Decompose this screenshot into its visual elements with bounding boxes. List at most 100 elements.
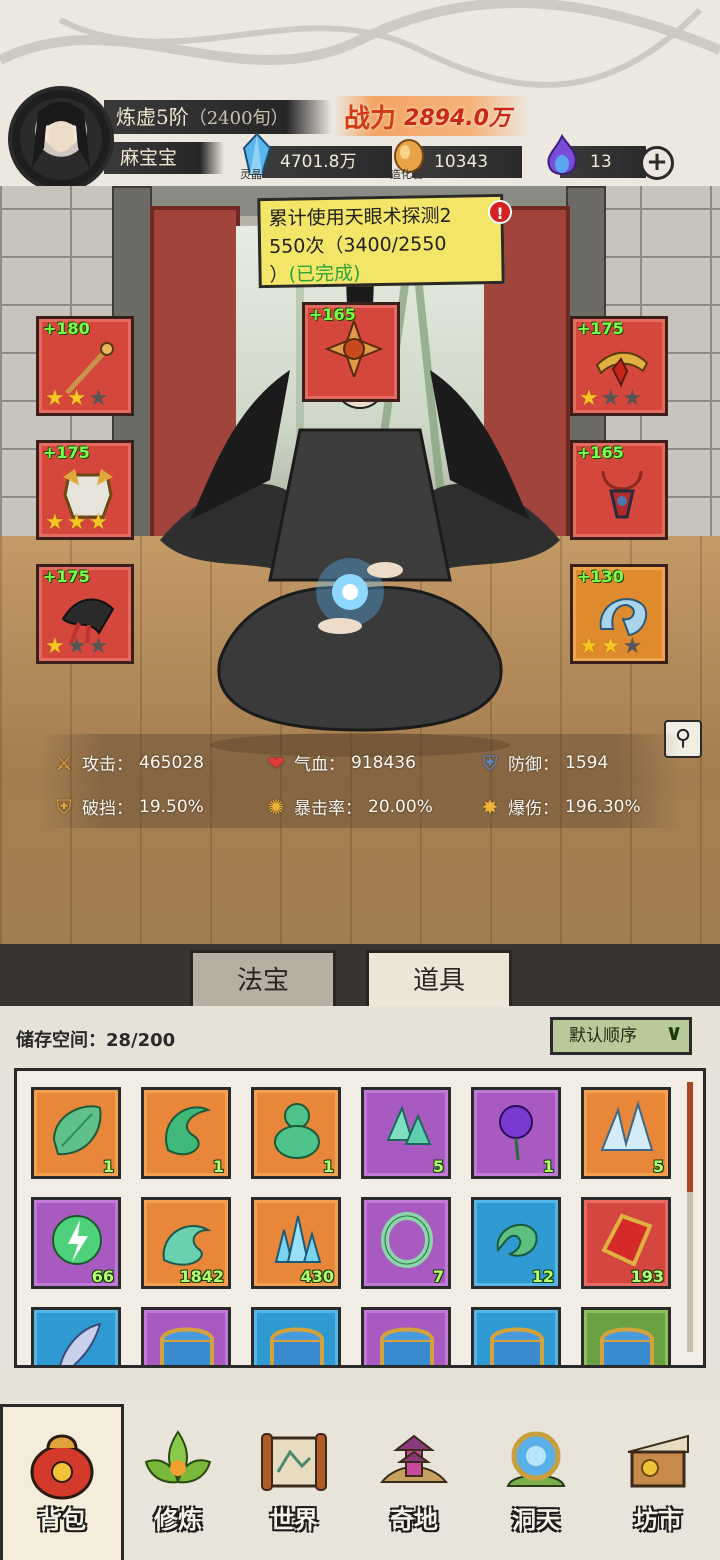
break-value: 19.50% xyxy=(139,796,204,817)
attack-label: 攻击： xyxy=(82,755,133,775)
resource-lingjing: 4701.8万 xyxy=(262,146,392,178)
inventory-slot[interactable]: 5 xyxy=(361,1087,451,1179)
star-rating: ★ ★ ★ xyxy=(579,634,643,659)
treasure-chest-icon xyxy=(380,1327,434,1365)
inventory-slot[interactable]: 1842 xyxy=(141,1197,231,1289)
equip-slot-right-1[interactable]: +175 ★ ★ ★ xyxy=(570,316,668,416)
crystal-shards-icon xyxy=(386,1105,432,1145)
lingjing-caption: 灵晶 xyxy=(240,168,262,181)
equip-level: +175 xyxy=(43,567,90,586)
sort-order-dropdown[interactable]: 默认顺序 ∨ xyxy=(550,1017,692,1055)
realm-rank-sub: （2400旬） xyxy=(188,108,289,129)
item-count: 430 xyxy=(300,1267,334,1286)
star-rating: ★ ★ ★ xyxy=(579,386,643,411)
nav-world[interactable]: 世界 xyxy=(238,1414,350,1554)
inventory-slot[interactable]: 7 xyxy=(361,1197,451,1289)
equip-slot-right-2[interactable]: +165 xyxy=(570,440,668,540)
critdmg-label: 爆伤： xyxy=(508,799,559,819)
stat-hp: ❤ 气血： 918436 xyxy=(264,750,416,776)
power-value: 2894.0万 xyxy=(404,106,511,131)
hp-value: 918436 xyxy=(351,752,416,773)
inventory-slot[interactable]: 193 xyxy=(581,1197,671,1289)
backpack-icon xyxy=(30,1434,94,1500)
inventory-grid[interactable]: 1 1 1 5 1 5 66 1842 430 7 12 193 xyxy=(14,1068,706,1368)
inventory-slot[interactable]: 1 xyxy=(31,1087,121,1179)
inventory-slot[interactable]: 12 xyxy=(471,1197,561,1289)
quest-line-1: 累计使用天眼术探测2 xyxy=(268,204,452,230)
item-count: 7 xyxy=(432,1267,444,1286)
scroll-map-icon xyxy=(261,1433,327,1491)
nav-label: 修炼 xyxy=(154,1505,202,1534)
treasure-chest-icon xyxy=(600,1327,654,1365)
inventory-slot[interactable]: 66 xyxy=(31,1197,121,1289)
power-label: 战力 xyxy=(344,103,397,134)
nav-market[interactable]: 坊市 xyxy=(602,1414,714,1554)
nav-label: 奇地 xyxy=(390,1505,438,1534)
necklace-icon xyxy=(601,470,643,519)
inventory-slot[interactable] xyxy=(361,1307,451,1365)
nav-backpack[interactable]: 背包 xyxy=(6,1414,118,1554)
jade-leaf-icon xyxy=(52,1105,102,1156)
zaohuashi-value: 10343 xyxy=(434,152,489,172)
inventory-slot[interactable] xyxy=(581,1307,671,1365)
equip-level: +180 xyxy=(43,319,90,338)
heart-icon: ❤ xyxy=(267,750,285,775)
tabs-bar xyxy=(0,944,720,1008)
inventory-slot[interactable]: 5 xyxy=(581,1087,671,1179)
crit-label: 暴击率： xyxy=(294,799,362,819)
realm-rank-bar: 炼虚5阶（2400旬） xyxy=(104,100,332,134)
inventory-slot[interactable] xyxy=(251,1307,341,1365)
ice-crystal-icon xyxy=(600,1100,654,1151)
shield-icon: ⛨ xyxy=(482,750,498,775)
star-rating: ★ ★ ★ xyxy=(45,510,109,535)
attack-value: 465028 xyxy=(139,752,204,773)
item-count: 1842 xyxy=(179,1267,224,1286)
crit-value: 20.00% xyxy=(368,796,433,817)
quest-line-2: 550次（3400/2550 xyxy=(268,232,447,258)
equip-slot-left-3[interactable]: +175 ★ ★ ★ xyxy=(36,564,134,664)
inventory-slot[interactable] xyxy=(141,1307,231,1365)
inventory-slot[interactable]: 1 xyxy=(471,1087,561,1179)
inventory-slot[interactable]: 1 xyxy=(251,1087,341,1179)
market-stall-icon xyxy=(627,1434,689,1488)
burst-icon: ✺ xyxy=(267,794,285,819)
explosion-icon: ✸ xyxy=(481,794,499,819)
equip-level: +175 xyxy=(43,443,90,462)
avatar-hair xyxy=(32,102,90,168)
nav-label: 坊市 xyxy=(634,1505,682,1534)
defense-value: 1594 xyxy=(565,752,609,773)
avatar[interactable] xyxy=(8,86,114,192)
add-resource-button[interactable]: + xyxy=(640,146,674,180)
portal-icon xyxy=(506,1431,566,1487)
inventory-scroll-thumb[interactable] xyxy=(687,1082,693,1192)
defense-label: 防御： xyxy=(508,755,559,775)
hp-label: 气血： xyxy=(294,755,345,775)
thunder-orb-icon xyxy=(52,1215,102,1265)
sort-label: 默认顺序 xyxy=(569,1026,637,1046)
stat-crit-rate: ✺ 暴击率： 20.00% xyxy=(264,794,433,820)
zaohuashi-caption: 造化石 xyxy=(390,168,423,181)
inventory-slot[interactable]: 1 xyxy=(141,1087,231,1179)
tab-fabao[interactable]: 法宝 xyxy=(190,950,336,1006)
equip-slot-left-2[interactable]: +175 ★ ★ ★ xyxy=(36,440,134,540)
nav-secret-land[interactable]: 奇地 xyxy=(358,1414,470,1554)
inventory-slot[interactable] xyxy=(471,1307,561,1365)
blue-crystal-cluster-icon xyxy=(274,1215,322,1263)
nav-cultivate[interactable]: 修炼 xyxy=(122,1414,234,1554)
nav-cave-heaven[interactable]: 洞天 xyxy=(480,1414,592,1554)
item-count: 5 xyxy=(652,1157,664,1176)
tab-daoju[interactable]: 道具 xyxy=(366,950,512,1006)
equip-slot-top[interactable]: +165 xyxy=(302,302,400,402)
stat-crit-damage: ✸ 爆伤： 196.30% xyxy=(478,794,641,820)
realm-rank: 炼虚5阶 xyxy=(116,105,189,129)
nav-label: 世界 xyxy=(270,1505,318,1534)
equip-slot-left-1[interactable]: +180 ★ ★ ★ xyxy=(36,316,134,416)
inventory-slot[interactable] xyxy=(31,1307,121,1365)
inventory-slot[interactable]: 430 xyxy=(251,1197,341,1289)
sword-icon: ⚔ xyxy=(55,750,73,775)
quest-banner[interactable]: 累计使用天眼术探测2 550次（3400/2550 ）(已完成) xyxy=(257,193,505,289)
equip-slot-right-3[interactable]: +130 ★ ★ ★ xyxy=(570,564,668,664)
storage-value: 28/200 xyxy=(106,1030,176,1051)
equip-level: +175 xyxy=(577,319,624,338)
item-count: 12 xyxy=(531,1267,554,1286)
